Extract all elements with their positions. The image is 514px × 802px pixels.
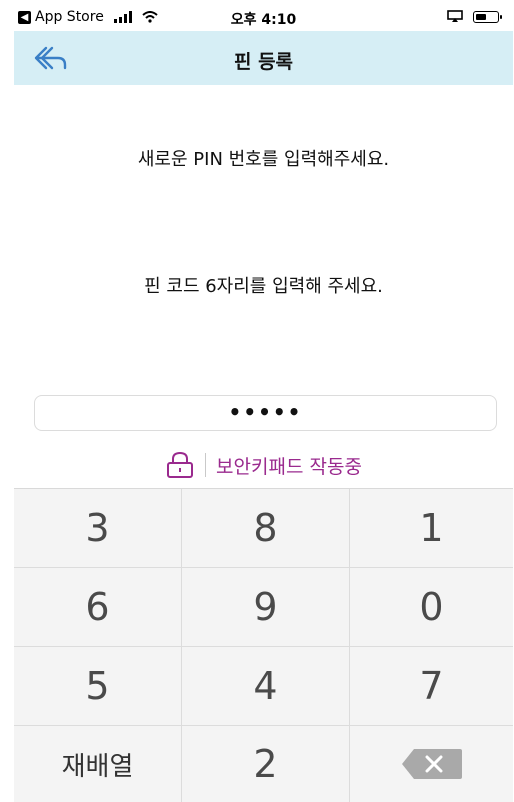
- pin-input[interactable]: •••••: [34, 395, 497, 431]
- instruction-new-pin: 새로운 PIN 번호를 입력해주세요.: [137, 149, 390, 170]
- divider: [205, 453, 207, 477]
- nav-bar: 핀 등록: [14, 31, 513, 85]
- secure-keypad-label: 보안키패드 작동중: [216, 455, 362, 478]
- instruction-pin-length: 핀 코드 6자리를 입력해 주세요.: [144, 276, 383, 297]
- key-5[interactable]: 5: [14, 647, 182, 726]
- key-8[interactable]: 8: [182, 489, 350, 568]
- app-frame: ◀ App Store 오후 4:10 핀 등록 새로운 PIN 번호를 입력해…: [14, 4, 513, 802]
- secure-keypad: 3 8 1 6 9 0 5 4 7 재배열 2: [14, 488, 513, 802]
- key-3[interactable]: 3: [14, 489, 182, 568]
- backspace-icon: [401, 749, 462, 779]
- lock-icon: [167, 451, 194, 478]
- key-9[interactable]: 9: [182, 568, 350, 647]
- key-4[interactable]: 4: [182, 647, 350, 726]
- page-title: 핀 등록: [233, 51, 294, 73]
- shuffle-button[interactable]: 재배열: [14, 726, 182, 802]
- status-time: 오후 4:10: [230, 12, 297, 28]
- key-1[interactable]: 1: [350, 489, 513, 568]
- status-bar: ◀ App Store 오후 4:10: [14, 4, 513, 31]
- status-right: [447, 10, 502, 23]
- battery-icon: [473, 10, 502, 23]
- backspace-button[interactable]: [350, 726, 513, 802]
- key-7[interactable]: 7: [350, 647, 513, 726]
- screen-mirroring-icon: [447, 10, 463, 22]
- key-6[interactable]: 6: [14, 568, 182, 647]
- key-2[interactable]: 2: [182, 726, 350, 802]
- key-0[interactable]: 0: [350, 568, 513, 647]
- secure-keypad-status: 보안키패드 작동중: [14, 451, 513, 479]
